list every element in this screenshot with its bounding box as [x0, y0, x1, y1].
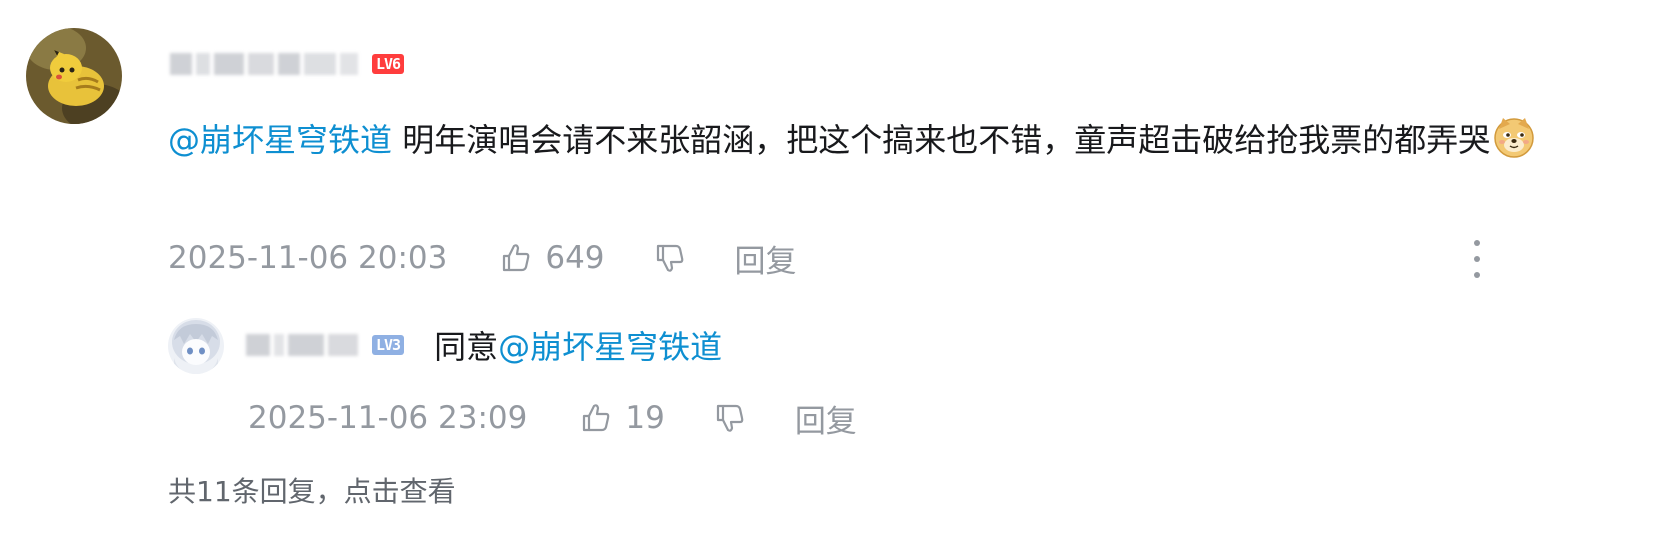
- more-dot-icon: [1474, 272, 1480, 278]
- view-all-replies-link[interactable]: 共11条回复，点击查看: [168, 470, 456, 510]
- comment-actions: 2025-11-06 20:03 649 回复: [168, 236, 797, 280]
- more-options-button[interactable]: [1462, 238, 1492, 280]
- like-count: 19: [625, 400, 665, 436]
- commenter-avatar[interactable]: [26, 28, 122, 124]
- user-level-badge: LV6: [372, 54, 405, 74]
- thumbs-down-icon: [716, 404, 744, 432]
- thumbs-up-icon: [583, 404, 610, 432]
- like-button[interactable]: 19: [579, 400, 665, 436]
- replier-username-blurred[interactable]: [246, 330, 358, 360]
- sub-reply-body: 同意: [434, 328, 499, 366]
- comment-content: @崩坏星穹铁道 明年演唱会请不来张韶涵，把这个搞来也不错，童声超击破给抢我票的都…: [168, 112, 1538, 168]
- sub-reply-actions: 2025-11-06 23:09 19 回复: [248, 396, 857, 440]
- like-button[interactable]: 649: [499, 240, 605, 276]
- mention-link[interactable]: @崩坏星穹铁道: [168, 121, 392, 159]
- commenter-username-blurred[interactable]: [170, 49, 358, 79]
- more-dot-icon: [1474, 240, 1480, 246]
- dislike-button[interactable]: [653, 241, 687, 275]
- user-level-badge: LV3: [372, 335, 405, 355]
- comment-body: 明年演唱会请不来张韶涵，把这个搞来也不错，童声超击破给抢我票的都弄哭: [392, 121, 1491, 159]
- commenter-info: LV6: [170, 44, 405, 84]
- comment-timestamp: 2025-11-06 20:03: [168, 240, 448, 276]
- replier-avatar[interactable]: [168, 318, 224, 374]
- reply-button[interactable]: 回复: [735, 236, 797, 281]
- dislike-button[interactable]: [713, 401, 747, 435]
- like-count: 649: [545, 240, 605, 276]
- sub-reply: LV3 同意@崩坏星穹铁道: [246, 322, 722, 368]
- thumbs-down-icon: [656, 244, 683, 272]
- mention-link[interactable]: @崩坏星穹铁道: [498, 328, 722, 366]
- doge-emoji-icon: [1494, 118, 1534, 158]
- more-dot-icon: [1474, 256, 1480, 262]
- sub-reply-content: 同意@崩坏星穹铁道: [434, 322, 722, 368]
- thumbs-up-icon: [503, 244, 530, 272]
- reply-button[interactable]: 回复: [795, 396, 857, 441]
- sub-reply-timestamp: 2025-11-06 23:09: [248, 400, 528, 436]
